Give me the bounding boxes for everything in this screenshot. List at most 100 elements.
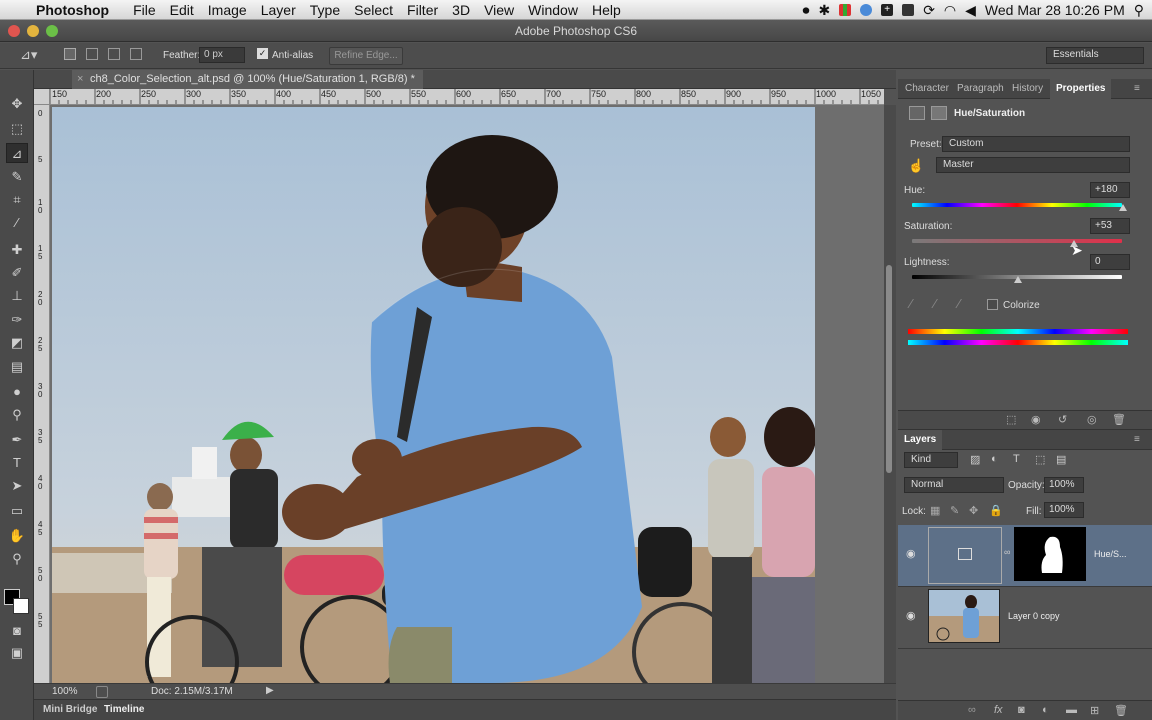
- channel-select[interactable]: Master: [936, 157, 1130, 173]
- document-size[interactable]: Doc: 2.15M/3.17M: [151, 686, 233, 697]
- antialias-checkbox[interactable]: ✓: [257, 48, 268, 59]
- marquee-tool-icon[interactable]: ⬚: [6, 119, 28, 139]
- hue-slider-thumb[interactable]: [1119, 204, 1127, 211]
- export-status-icon[interactable]: [96, 686, 108, 698]
- polygonal-lasso-preset-icon[interactable]: ⊿▾: [20, 47, 37, 63]
- layer-visibility-eye-icon[interactable]: ◉: [906, 609, 916, 622]
- lock-position-icon[interactable]: ✥: [969, 504, 978, 517]
- lasso-tool-icon[interactable]: ⊿: [6, 143, 28, 163]
- delete-layer-icon[interactable]: 🗑: [1114, 704, 1128, 717]
- add-selection-icon[interactable]: [86, 48, 98, 60]
- eyedropper-tool-icon[interactable]: ⁄: [6, 213, 28, 233]
- tab-character[interactable]: Character: [905, 79, 949, 99]
- menu-edit[interactable]: Edit: [170, 2, 204, 18]
- menu-file[interactable]: File: [133, 2, 166, 18]
- filter-smart-object-icon[interactable]: ▤: [1056, 453, 1066, 466]
- screen-mode-icon[interactable]: ▣: [6, 643, 28, 663]
- tab-mini-bridge[interactable]: Mini Bridge: [43, 704, 97, 715]
- vertical-scrollbar[interactable]: [884, 105, 896, 683]
- tab-properties[interactable]: Properties: [1050, 79, 1112, 99]
- link-layers-icon[interactable]: ∞: [968, 704, 976, 716]
- vertical-ruler[interactable]: 0 5 1 0 1 5 2 0 2 5 3 0 3 5 4 0 4 5 5 0 …: [34, 105, 50, 683]
- menubar-clock[interactable]: Wed Mar 28 10:26 PM: [985, 2, 1125, 18]
- lightness-slider-thumb[interactable]: [1014, 276, 1022, 283]
- layer-row-hue-saturation[interactable]: ◉ ∞ Hue/S...: [898, 525, 1152, 587]
- new-adjustment-icon[interactable]: ◐: [1042, 704, 1049, 716]
- workspace-select[interactable]: Essentials: [1046, 47, 1144, 64]
- saturation-slider-track[interactable]: [912, 239, 1122, 243]
- eyedropper-minus-icon[interactable]: ⁄: [958, 296, 960, 311]
- eyedropper-plus-icon[interactable]: ⁄: [934, 296, 936, 311]
- adjustment-layer-thumbnail[interactable]: [928, 527, 1002, 584]
- shape-tool-icon[interactable]: ▭: [6, 501, 28, 521]
- layer-name[interactable]: Hue/S...: [1094, 549, 1127, 559]
- clone-stamp-tool-icon[interactable]: ⊥: [6, 286, 28, 306]
- quick-mask-icon[interactable]: ◙: [6, 621, 28, 641]
- layers-panel-menu-icon[interactable]: ≡: [1134, 430, 1140, 450]
- vertical-scroll-thumb[interactable]: [886, 265, 892, 473]
- menu-help[interactable]: Help: [592, 2, 631, 18]
- new-selection-icon[interactable]: [64, 48, 76, 60]
- tab-timeline[interactable]: Timeline: [104, 704, 144, 715]
- zoom-tool-icon[interactable]: ⚲: [6, 549, 28, 569]
- layer-visibility-eye-icon[interactable]: ◉: [906, 547, 916, 560]
- menu-3d[interactable]: 3D: [452, 2, 480, 18]
- view-previous-state-icon[interactable]: ◉: [1031, 413, 1041, 426]
- menu-filter[interactable]: Filter: [407, 2, 448, 18]
- close-tab-icon[interactable]: ×: [77, 70, 83, 89]
- hand-tool-icon[interactable]: ✋: [6, 526, 28, 546]
- zoom-window-icon[interactable]: [46, 25, 58, 37]
- eraser-tool-icon[interactable]: ◩: [6, 333, 28, 353]
- background-color-swatch[interactable]: [13, 598, 29, 614]
- reset-adjustment-icon[interactable]: ↺: [1058, 413, 1067, 426]
- filter-type-icon[interactable]: T: [1013, 453, 1020, 465]
- meter-icon[interactable]: [839, 4, 852, 16]
- layer-mask-icon[interactable]: [931, 106, 947, 120]
- menu-window[interactable]: Window: [528, 2, 588, 18]
- toggle-visibility-icon[interactable]: ◎: [1087, 413, 1097, 426]
- refine-edge-button[interactable]: Refine Edge...: [329, 47, 403, 65]
- crop-tool-icon[interactable]: ⌗: [6, 190, 28, 210]
- ruler-origin[interactable]: [34, 89, 50, 105]
- dodge-tool-icon[interactable]: ⚲: [6, 405, 28, 425]
- move-tool-icon[interactable]: ✥: [6, 94, 28, 114]
- close-window-icon[interactable]: [8, 25, 20, 37]
- opacity-input[interactable]: 100%: [1044, 477, 1084, 493]
- preset-select[interactable]: Custom: [942, 136, 1130, 152]
- saturation-value-input[interactable]: +53: [1090, 218, 1130, 234]
- quick-selection-tool-icon[interactable]: ✎: [6, 167, 28, 187]
- blend-mode-select[interactable]: Normal: [904, 477, 1004, 493]
- filter-adjustment-icon[interactable]: ◐: [991, 453, 998, 465]
- horizontal-ruler[interactable]: 150 200 250 300 350 400 450 500 550 600 …: [50, 89, 884, 105]
- pen-tool-icon[interactable]: ✒: [6, 430, 28, 450]
- layer-filter-kind-select[interactable]: Kind: [904, 452, 958, 468]
- new-group-icon[interactable]: ▬: [1066, 704, 1077, 716]
- targeted-adjustment-hand-icon[interactable]: ☝: [908, 158, 924, 174]
- brush-tool-icon[interactable]: ✐: [6, 263, 28, 283]
- filter-pixel-icon[interactable]: ▨: [970, 453, 980, 466]
- fill-input[interactable]: 100%: [1044, 502, 1084, 518]
- minimize-window-icon[interactable]: [27, 25, 39, 37]
- subtract-selection-icon[interactable]: [108, 48, 120, 60]
- gradient-tool-icon[interactable]: ▤: [6, 357, 28, 377]
- menu-view[interactable]: View: [484, 2, 524, 18]
- filter-shape-icon[interactable]: ⬚: [1035, 453, 1045, 466]
- spotlight-search-icon[interactable]: ⚲: [1134, 2, 1144, 19]
- hue-slider-track[interactable]: [912, 203, 1122, 207]
- wifi-icon[interactable]: ◠: [944, 2, 956, 19]
- evernote-icon[interactable]: [902, 4, 915, 16]
- new-layer-icon[interactable]: ⊞: [1090, 704, 1099, 717]
- delete-adjustment-icon[interactable]: 🗑: [1112, 413, 1126, 426]
- tab-layers[interactable]: Layers: [898, 430, 943, 450]
- type-tool-icon[interactable]: T: [6, 453, 28, 473]
- menu-type[interactable]: Type: [310, 2, 350, 18]
- healing-brush-tool-icon[interactable]: ✚: [6, 240, 28, 260]
- feather-input[interactable]: 0 px: [199, 47, 245, 63]
- sync-icon[interactable]: ⟳: [923, 2, 935, 19]
- status-menu-arrow-icon[interactable]: ▶: [266, 685, 274, 696]
- menu-select[interactable]: Select: [354, 2, 403, 18]
- camera-icon[interactable]: ⏺: [802, 2, 809, 19]
- zoom-level[interactable]: 100%: [52, 686, 78, 697]
- lock-transparent-icon[interactable]: ▦: [930, 504, 940, 517]
- panel-menu-icon[interactable]: ≡: [1134, 79, 1140, 99]
